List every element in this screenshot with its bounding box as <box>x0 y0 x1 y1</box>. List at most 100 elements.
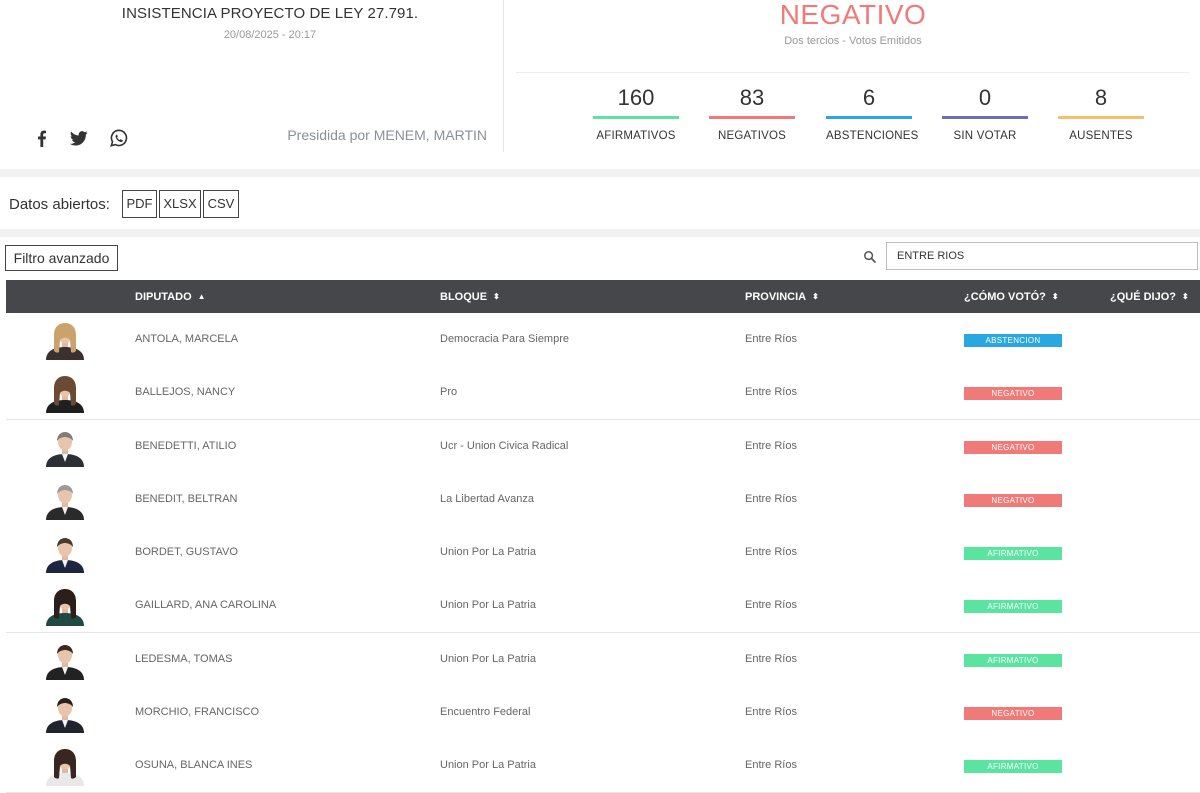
stat-label: NEGATIVOS <box>717 130 787 142</box>
deputy-province: Entre Ríos <box>745 599 797 612</box>
deputy-avatar <box>46 323 84 360</box>
column-header-que-dijo[interactable]: ¿QUÉ DIJO? ⬍ <box>1110 280 1189 313</box>
stat-color-bar <box>826 116 912 119</box>
stat-afirmativos: 160 AFIRMATIVOS <box>593 84 679 142</box>
stat-value: 6 <box>862 85 876 110</box>
deputy-bloc: Democracia Para Siempre <box>440 333 569 345</box>
table-row[interactable]: LEDESMA, TOMAS Union Por La Patria Entre R… <box>6 632 1200 687</box>
download-csv-button[interactable]: CSV <box>203 190 239 218</box>
vote-badge: AFIRMATIVO <box>964 760 1062 773</box>
deputy-province: Entre Ríos <box>745 546 797 558</box>
vote-badge: AFIRMATIVO <box>964 653 1062 667</box>
column-label: DIPUTADO <box>135 291 192 303</box>
session-title: INSISTENCIA PROYECTO DE LEY 27.791. <box>121 5 419 22</box>
deputy-avatar <box>46 484 84 520</box>
deputy-avatar <box>46 431 84 467</box>
column-label: BLOQUE <box>440 291 488 303</box>
deputy-province: Entre Ríos <box>745 759 797 771</box>
table-header: DIPUTADO ▲ BLOQUE ⬍ PROVINCIA ⬍ ¿CÓMO VOTÓ?… <box>6 280 1200 313</box>
stat-color-bar <box>593 116 679 119</box>
share-facebook-button[interactable] <box>31 128 51 148</box>
deputy-bloc: Encuentro Federal <box>440 705 531 718</box>
vote-badge: NEGATIVO <box>964 706 1062 720</box>
stat-color-bar <box>1058 116 1144 119</box>
stat-color-bar <box>942 116 1028 119</box>
sort-both-icon: ⬍ <box>812 292 819 301</box>
table-row[interactable]: BORDET, GUSTAVO Union Por La Patria Entre … <box>6 526 1200 580</box>
table-row[interactable]: BENEDIT, BELTRAN La Libertad Avanza Entre … <box>6 472 1200 527</box>
deputy-name[interactable]: BORDET, GUSTAVO <box>135 546 238 558</box>
stat-value: 8 <box>1094 85 1108 110</box>
vote-badge: ABSTENCION <box>964 334 1062 347</box>
deputy-province: Entre Ríos <box>745 705 797 718</box>
vote-badge: NEGATIVO <box>964 387 1062 401</box>
presided-by: Presidida por MENEM, MARTIN <box>287 127 487 143</box>
download-xlsx-button[interactable]: XLSX <box>159 190 201 218</box>
deputy-bloc: Union Por La Patria <box>440 546 536 558</box>
deputy-name[interactable]: MORCHIO, FRANCISCO <box>135 706 259 718</box>
deputy-name[interactable]: BENEDIT, BELTRAN <box>135 493 238 505</box>
table-row[interactable]: GAILLARD, ANA CAROLINA Union Por La Patri… <box>6 579 1200 634</box>
table-row[interactable]: BENEDETTI, ATILIO Ucr - Union Civica Radi… <box>6 419 1200 474</box>
stat-label: SIN VOTAR <box>953 130 1017 142</box>
deputy-avatar <box>46 538 84 573</box>
column-label: ¿QUÉ DIJO? <box>1110 291 1177 303</box>
table-row[interactable]: MORCHIO, FRANCISCO Encuentro Federal Entre… <box>6 685 1200 740</box>
deputy-name[interactable]: BALLEJOS, NANCY <box>135 386 235 398</box>
column-header-provincia[interactable]: PROVINCIA ⬍ <box>745 280 819 313</box>
sort-both-icon: ⬍ <box>1182 292 1189 301</box>
sort-both-icon: ⬍ <box>493 292 500 301</box>
deputy-bloc: Pro <box>440 386 458 399</box>
deputy-avatar <box>46 589 84 627</box>
stat-value: 0 <box>978 85 992 110</box>
deputy-name[interactable]: GAILLARD, ANA CAROLINA <box>135 599 276 611</box>
deputy-name[interactable]: BENEDETTI, ATILIO <box>135 440 236 452</box>
open-data-label: Datos abiertos: <box>9 196 110 213</box>
deputy-province: Entre Ríos <box>745 652 797 665</box>
column-header-como-voto[interactable]: ¿CÓMO VOTÓ? ⬍ <box>964 280 1059 313</box>
stat-abstenciones: 6 ABSTENCIONES <box>826 84 919 142</box>
deputy-name[interactable]: ANTOLA, MARCELA <box>135 333 238 345</box>
share-whatsapp-button[interactable] <box>109 128 129 148</box>
column-header-bloque[interactable]: BLOQUE ⬍ <box>440 280 500 313</box>
table-row[interactable]: ANTOLA, MARCELA Democracia Para Siempre En… <box>6 313 1200 367</box>
deputy-avatar <box>46 697 84 733</box>
session-datetime: 20/08/2025 - 20:17 <box>223 29 317 41</box>
vote-result: NEGATIVO <box>779 0 927 30</box>
majority-type: Dos tercios - Votos Emitidos <box>784 35 922 47</box>
column-label: PROVINCIA <box>745 291 807 303</box>
column-label: ¿CÓMO VOTÓ? <box>964 291 1046 303</box>
search-input[interactable] <box>886 242 1198 270</box>
column-header-diputado[interactable]: DIPUTADO ▲ <box>135 280 206 313</box>
stat-value: 83 <box>739 85 765 110</box>
download-pdf-button[interactable]: PDF <box>122 190 157 218</box>
deputy-avatar <box>46 376 84 414</box>
stat-label: ABSTENCIONES <box>826 130 919 142</box>
result-divider <box>516 72 1190 73</box>
twitter-icon <box>70 130 88 145</box>
stat-negativos: 83 NEGATIVOS <box>709 84 795 142</box>
deputy-province: Entre Ríos <box>745 439 797 452</box>
share-twitter-button[interactable] <box>69 128 89 148</box>
deputy-province: Entre Ríos <box>745 492 797 505</box>
vote-badge: AFIRMATIVO <box>964 600 1062 614</box>
deputy-name[interactable]: LEDESMA, TOMAS <box>135 653 232 665</box>
deputy-avatar <box>46 644 84 680</box>
section-separator <box>0 169 1200 177</box>
deputy-province: Entre Ríos <box>745 386 797 399</box>
deputy-province: Entre Ríos <box>745 333 797 345</box>
table-row[interactable]: BALLEJOS, NANCY Pro Entre Ríos NEGATIVO <box>6 366 1200 421</box>
deputy-name[interactable]: OSUNA, BLANCA INES <box>135 759 252 771</box>
facebook-icon <box>37 130 46 147</box>
deputy-bloc: Ucr - Union Civica Radical <box>440 439 569 452</box>
vote-badge: NEGATIVO <box>964 440 1062 454</box>
vote-badge: AFIRMATIVO <box>964 547 1062 560</box>
stat-color-bar <box>709 116 795 119</box>
section-separator <box>0 229 1200 237</box>
whatsapp-icon <box>110 129 128 147</box>
sort-ascending-icon: ▲ <box>197 292 206 301</box>
stat-label: AUSENTES <box>1069 130 1133 142</box>
table-row[interactable]: OSUNA, BLANCA INES Union Por La Patria Ent… <box>6 739 1200 793</box>
advanced-filter-button[interactable]: Filtro avanzado <box>5 245 118 271</box>
search-icon <box>864 251 876 263</box>
